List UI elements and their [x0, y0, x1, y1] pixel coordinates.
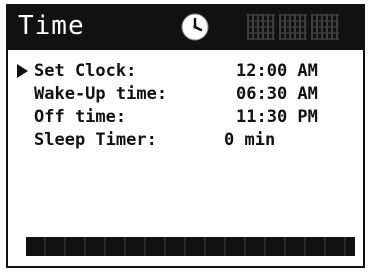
menu-item-label: Sleep Timer:	[34, 130, 157, 150]
status-icon	[279, 14, 307, 40]
time-settings-screen: Time Set Clock: 12:00 AM Wake-Up time: 0…	[6, 4, 365, 268]
status-icon	[311, 14, 339, 40]
menu-item-value: 0 min	[224, 130, 276, 150]
status-icon	[247, 14, 275, 40]
clock-icon	[181, 13, 209, 41]
menu-item-off-time[interactable]: Off time: 11:30 PM	[8, 106, 363, 129]
menu-item-value: 11:30 PM	[236, 107, 318, 127]
footer-status-bar	[26, 237, 355, 256]
menu-item-value: 12:00 AM	[236, 61, 318, 81]
menu-item-label: Off time:	[34, 107, 127, 127]
time-menu: Set Clock: 12:00 AM Wake-Up time: 06:30 …	[8, 60, 363, 152]
menu-item-label: Set Clock:	[34, 61, 137, 81]
menu-item-wake-up-time[interactable]: Wake-Up time: 06:30 AM	[8, 83, 363, 106]
menu-item-set-clock[interactable]: Set Clock: 12:00 AM	[8, 60, 363, 83]
page-title: Time	[18, 11, 85, 41]
menu-item-label: Wake-Up time:	[34, 84, 168, 104]
menu-item-value: 06:30 AM	[236, 84, 318, 104]
menu-item-sleep-timer[interactable]: Sleep Timer: 0 min	[8, 129, 363, 152]
selection-arrow-icon	[17, 64, 28, 78]
header-bar: Time	[8, 4, 363, 50]
